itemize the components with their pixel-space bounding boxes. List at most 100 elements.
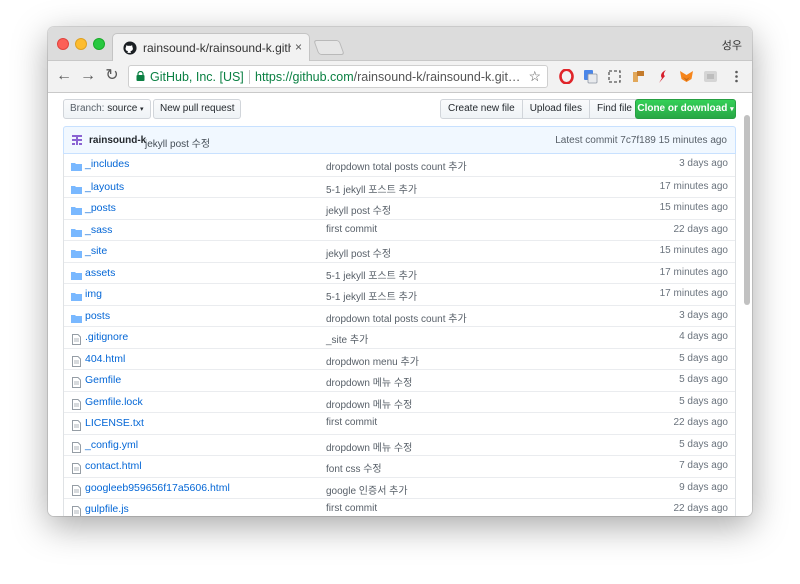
avatar[interactable] xyxy=(71,134,83,146)
flash-extension-icon[interactable] xyxy=(655,69,670,84)
address-bar[interactable]: GitHub, Inc. [US] https://github.com/rai… xyxy=(128,65,548,88)
file-icon xyxy=(71,418,82,431)
file-name-link[interactable]: _layouts xyxy=(85,181,124,193)
find-file-button[interactable]: Find file xyxy=(588,99,640,119)
file-name-link[interactable]: _sass xyxy=(85,224,112,236)
browser-window: rainsound-k/rainsound-k.github × 성우 ← → … xyxy=(48,27,752,516)
new-pull-request-button[interactable]: New pull request xyxy=(153,99,242,119)
maximize-window-button[interactable] xyxy=(93,38,105,50)
file-icon xyxy=(71,461,82,474)
clone-or-download-button[interactable]: Clone or download ▾ xyxy=(635,99,736,119)
table-row: .gitignore _site 추가 4 days ago xyxy=(64,326,735,348)
photon-extension-icon[interactable] xyxy=(631,69,646,84)
metamask-extension-icon[interactable] xyxy=(679,69,694,84)
file-name-link[interactable]: gulpfile.js xyxy=(85,503,129,515)
file-name-link[interactable]: .gitignore xyxy=(85,331,128,343)
scrollbar[interactable] xyxy=(744,115,750,305)
tab-active[interactable]: rainsound-k/rainsound-k.github × xyxy=(112,33,310,61)
reload-icon[interactable]: ↻ xyxy=(102,66,122,86)
url-text[interactable]: https://github.com/rainsound-k/rainsound… xyxy=(255,70,523,84)
commit-message-link[interactable]: dropdwon menu 추가 xyxy=(326,353,419,368)
profile-name[interactable]: 성우 xyxy=(722,37,742,53)
branch-select-button[interactable]: Branch: source ▾ xyxy=(63,99,151,119)
table-row: _includes dropdown total posts count 추가 3 … xyxy=(64,154,735,176)
file-icon xyxy=(71,332,82,345)
commit-age: 7 days ago xyxy=(679,460,728,471)
commit-message-link[interactable]: dropdown 메뉴 수정 xyxy=(326,374,412,389)
file-name-link[interactable]: assets xyxy=(85,267,115,279)
commit-message-link[interactable]: 5-1 jekyll 포스트 추가 xyxy=(326,267,417,282)
url-path: /rainsound-k/rainsound-k.git… xyxy=(353,70,521,84)
folder-icon xyxy=(71,246,82,258)
commit-message-link[interactable]: dropdown total posts count 추가 xyxy=(326,158,467,173)
file-name-link[interactable]: LICENSE.txt xyxy=(85,417,144,429)
folder-icon xyxy=(71,268,82,280)
upload-files-button[interactable]: Upload files xyxy=(521,99,590,119)
file-actions-group: Create new file Upload files Find file xyxy=(440,99,640,119)
commit-message-link[interactable]: first commit xyxy=(326,224,377,235)
file-name-link[interactable]: 404.html xyxy=(85,353,125,365)
commit-message-link[interactable]: first commit xyxy=(326,503,377,514)
commit-age: 5 days ago xyxy=(679,352,728,364)
file-name-link[interactable]: posts xyxy=(85,310,110,322)
file-name-link[interactable]: Gemfile xyxy=(85,374,121,386)
create-new-file-button[interactable]: Create new file xyxy=(440,99,523,119)
latest-commit-info[interactable]: Latest commit 7c7f189 15 minutes ago xyxy=(555,135,727,146)
file-list: _includes dropdown total posts count 추가 3 … xyxy=(63,154,736,516)
file-icon xyxy=(71,354,82,367)
file-name-link[interactable]: img xyxy=(85,288,102,300)
commit-message-link[interactable]: _site 추가 xyxy=(326,331,368,346)
table-row: _sass first commit 22 days ago xyxy=(64,218,735,241)
commit-message-link[interactable]: font css 수정 xyxy=(326,460,382,475)
commit-message-link[interactable]: dropdown 메뉴 수정 xyxy=(326,396,412,411)
file-icon xyxy=(71,375,82,388)
commit-message-link[interactable]: 5-1 jekyll 포스트 추가 xyxy=(326,288,417,303)
table-row: Gemfile dropdown 메뉴 수정 5 days ago xyxy=(64,369,735,391)
folder-icon xyxy=(71,203,82,215)
file-name-link[interactable]: _includes xyxy=(85,158,129,170)
commit-message-link[interactable]: dropdown 메뉴 수정 xyxy=(326,439,412,454)
close-window-button[interactable] xyxy=(57,38,69,50)
commit-message[interactable]: jekyll post 수정 xyxy=(145,135,210,150)
commit-message-link[interactable]: dropdown total posts count 추가 xyxy=(326,310,467,325)
file-name-link[interactable]: googleeb959656f17a5606.html xyxy=(85,482,230,494)
github-icon xyxy=(123,41,137,55)
commit-age: 5 days ago xyxy=(679,438,728,450)
table-row: _layouts 5-1 jekyll 포스트 추가 17 minutes ago xyxy=(64,175,735,198)
ev-certificate-label: GitHub, Inc. [US] xyxy=(150,70,244,84)
opera-extension-icon[interactable] xyxy=(559,69,574,84)
tab-close-icon[interactable]: × xyxy=(295,40,302,54)
file-name-link[interactable]: _site xyxy=(85,245,107,257)
file-name-link[interactable]: _posts xyxy=(85,202,116,214)
address-separator xyxy=(249,70,250,84)
minimize-window-button[interactable] xyxy=(75,38,87,50)
table-row: img 5-1 jekyll 포스트 추가 17 minutes ago xyxy=(64,283,735,305)
new-tab-button[interactable] xyxy=(313,40,345,55)
menu-dots-icon[interactable] xyxy=(729,69,744,84)
forward-icon[interactable]: → xyxy=(78,66,98,86)
browser-toolbar: ← → ↻ GitHub, Inc. [US] https://github.c… xyxy=(48,61,752,93)
file-name-link[interactable]: Gemfile.lock xyxy=(85,396,143,408)
commit-message-link[interactable]: 5-1 jekyll 포스트 추가 xyxy=(326,181,417,196)
file-name-link[interactable]: contact.html xyxy=(85,460,142,472)
file-name-link[interactable]: _config.yml xyxy=(85,439,138,451)
folder-icon xyxy=(71,182,82,194)
commit-message-link[interactable]: first commit xyxy=(326,417,377,428)
commit-age: 15 minutes ago xyxy=(659,245,728,256)
latest-commit-bar: rainsound-k jekyll post 수정 Latest commit… xyxy=(63,126,736,154)
commit-author[interactable]: rainsound-k xyxy=(89,135,146,146)
commit-message-link[interactable]: jekyll post 수정 xyxy=(326,202,391,217)
disabled-extension-icon[interactable] xyxy=(703,69,718,84)
commit-age: 17 minutes ago xyxy=(659,288,728,299)
table-row: contact.html font css 수정 7 days ago xyxy=(64,455,735,477)
commit-message-link[interactable]: google 인증서 추가 xyxy=(326,482,408,497)
folder-icon xyxy=(71,289,82,301)
back-icon[interactable]: ← xyxy=(54,66,74,86)
commit-age: 22 days ago xyxy=(673,503,729,514)
commit-message-link[interactable]: jekyll post 수정 xyxy=(326,245,391,260)
tab-strip: rainsound-k/rainsound-k.github × 성우 xyxy=(48,27,752,61)
screenshot-extension-icon[interactable] xyxy=(607,69,622,84)
translate-extension-icon[interactable] xyxy=(583,69,598,84)
bookmark-star-icon[interactable]: ☆ xyxy=(528,68,541,85)
folder-icon xyxy=(71,311,82,323)
